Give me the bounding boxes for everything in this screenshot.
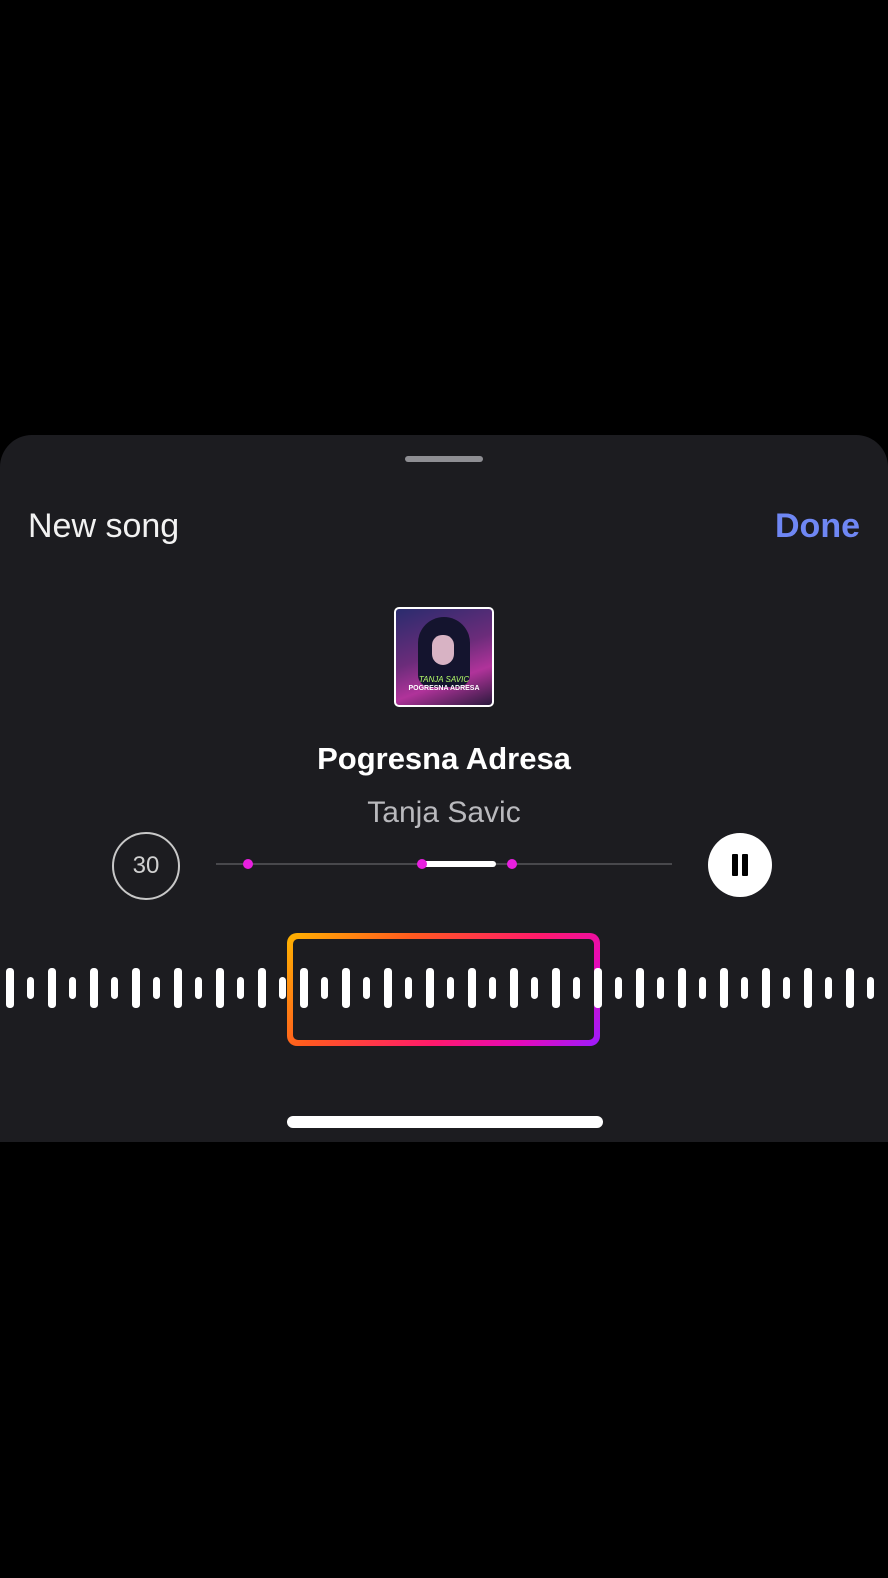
waveform-bar: [300, 968, 308, 1008]
waveform-bar: [48, 968, 56, 1008]
waveform-bar: [531, 977, 538, 999]
waveform-bar: [678, 968, 686, 1008]
waveform-bar: [6, 968, 14, 1008]
waveform-bar: [636, 968, 644, 1008]
waveform-bar: [342, 968, 350, 1008]
waveform-bar: [489, 977, 496, 999]
waveform-bar: [111, 977, 118, 999]
waveform-bar: [279, 977, 286, 999]
home-indicator: [287, 1116, 603, 1128]
waveform-bar: [573, 977, 580, 999]
waveform-bar: [468, 968, 476, 1008]
waveform-bar: [510, 968, 518, 1008]
waveform-bar: [699, 977, 706, 999]
waveform-bar: [594, 968, 602, 1008]
waveform-bar: [846, 968, 854, 1008]
waveform-bar: [69, 977, 76, 999]
waveform-bar: [867, 977, 874, 999]
waveform[interactable]: [0, 435, 888, 1142]
waveform-bar: [762, 968, 770, 1008]
waveform-bar: [615, 977, 622, 999]
waveform-bar: [552, 968, 560, 1008]
waveform-bar: [321, 977, 328, 999]
waveform-bar: [132, 968, 140, 1008]
waveform-bar: [720, 968, 728, 1008]
waveform-bar: [825, 977, 832, 999]
waveform-bars: [6, 968, 874, 1008]
waveform-bar: [153, 977, 160, 999]
waveform-bar: [447, 977, 454, 999]
waveform-bar: [258, 968, 266, 1008]
waveform-bar: [174, 968, 182, 1008]
waveform-bar: [783, 977, 790, 999]
waveform-bar: [405, 977, 412, 999]
waveform-bar: [426, 968, 434, 1008]
waveform-bar: [237, 977, 244, 999]
waveform-bar: [216, 968, 224, 1008]
waveform-bar: [741, 977, 748, 999]
waveform-bar: [195, 977, 202, 999]
waveform-bar: [363, 977, 370, 999]
waveform-bar: [657, 977, 664, 999]
music-sheet: New song Done TANJA SAVIC POGRESNA ADRES…: [0, 435, 888, 1142]
waveform-bar: [804, 968, 812, 1008]
waveform-bar: [384, 968, 392, 1008]
waveform-bar: [27, 977, 34, 999]
waveform-bar: [90, 968, 98, 1008]
